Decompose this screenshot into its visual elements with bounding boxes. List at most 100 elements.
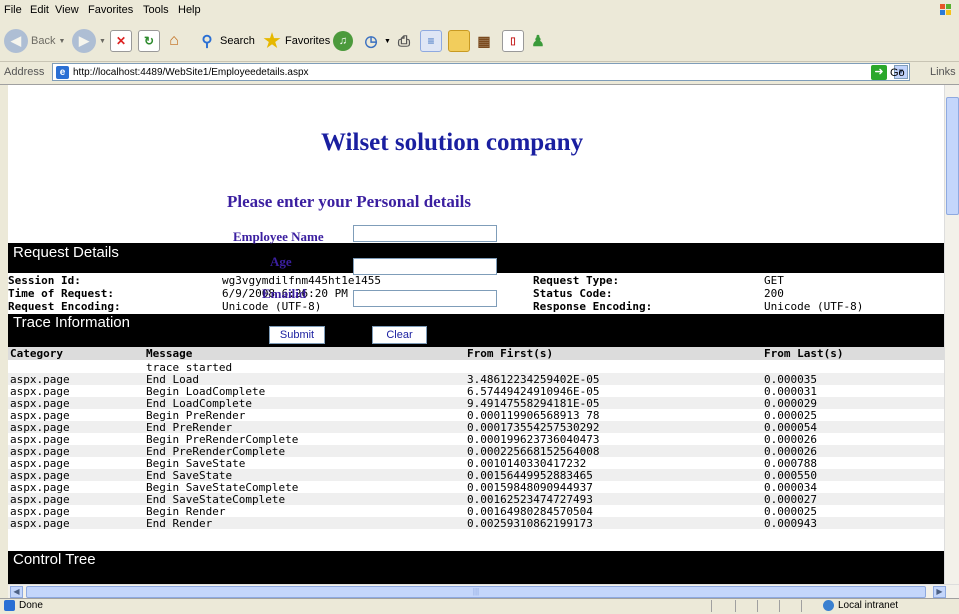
chevron-down-icon: ▼ (58, 37, 66, 45)
scroll-left-arrow-icon[interactable]: ◀ (10, 586, 23, 598)
history-button[interactable]: ◷ ▼ (361, 27, 390, 55)
refresh-button[interactable]: ↻ (138, 27, 160, 55)
ie-page-icon (4, 600, 15, 611)
submit-button[interactable]: Submit (269, 326, 325, 344)
home-icon: ⌂ (169, 32, 179, 49)
forward-button[interactable]: ▶ ▼ (72, 27, 106, 55)
session-id-label: Session Id: (8, 274, 81, 287)
stop-icon: ✕ (110, 30, 132, 52)
time-of-request-label: Time of Request: (8, 287, 114, 300)
pdf-icon: ▯ (502, 30, 524, 52)
research-button[interactable]: ▦ (474, 27, 494, 55)
go-button[interactable]: ➜ Go (871, 65, 905, 80)
column-from-last: From Last(s) (764, 347, 844, 360)
scroll-right-arrow-icon[interactable]: ▶ (933, 586, 946, 598)
column-from-first: From First(s) (467, 347, 554, 360)
search-button[interactable]: ⚲ Search (197, 27, 255, 55)
status-divider (779, 600, 780, 612)
status-divider (801, 600, 802, 612)
address-url: http://localhost:4489/WebSite1/Employeed… (73, 66, 309, 78)
pdf-button[interactable]: ▯ (502, 27, 524, 55)
trace-row: aspx.page End Load 3.48612234259402E-05 0.0… (8, 373, 944, 386)
control-tree-header: Control Tree (8, 551, 944, 584)
security-zone: Local intranet (823, 600, 898, 611)
toolbar: ◀ Back ▼ ▶ ▼ ✕ ↻ ⌂ ⚲ Search ★ Favorites … (0, 21, 959, 62)
document-icon: ≡ (420, 30, 442, 52)
trace-row: aspx.page End Render 0.00259310862199173 0.… (8, 517, 944, 530)
trace-row: aspx.page End SaveState 0.0015644995288346… (8, 469, 944, 482)
response-encoding-label: Response Encoding: (533, 300, 653, 313)
trace-row: aspx.page Begin PreRender 0.00011990656891… (8, 409, 944, 422)
home-button[interactable]: ⌂ (164, 27, 184, 55)
trace-row: aspx.page End SaveStateComplete 0.00162523… (8, 493, 944, 506)
windows-logo-icon (940, 4, 951, 15)
history-icon: ◷ (364, 33, 378, 50)
page-title: Wilset solution company (321, 129, 584, 156)
vertical-scrollbar[interactable] (944, 85, 959, 584)
row-from-first: 0.00259310862199173 (467, 517, 593, 530)
page-subtitle: Please enter your Personal details (227, 192, 471, 211)
intranet-globe-icon (823, 600, 834, 611)
trace-row: aspx.page End LoadComplete 9.4914755829418… (8, 397, 944, 410)
printer-icon: ⎙ (397, 32, 410, 50)
links-button[interactable]: Links (930, 66, 956, 78)
media-button[interactable]: ♫ (333, 27, 353, 55)
search-icon: ⚲ (201, 33, 213, 50)
status-bar: Done Local intranet (0, 598, 959, 614)
row-from-last: 0.000943 (764, 517, 817, 530)
address-input[interactable]: e http://localhost:4489/WebSite1/Employe… (52, 63, 910, 81)
folder-button[interactable] (448, 27, 470, 55)
trace-row: aspx.page Begin SaveStateComplete 0.001598… (8, 481, 944, 494)
chevron-down-icon: ▼ (99, 37, 106, 45)
menu-file[interactable]: File (4, 4, 22, 16)
trace-row: aspx.page Begin PreRenderComplete 0.000199… (8, 433, 944, 446)
messenger-button[interactable]: ♟ (528, 27, 548, 55)
menu-help[interactable]: Help (178, 4, 201, 16)
trace-row: aspx.page Begin SaveState 0.00101403304172… (8, 457, 944, 470)
media-icon: ♫ (333, 31, 353, 51)
horizontal-scroll-thumb[interactable]: ||| (26, 586, 926, 598)
address-label: Address (4, 66, 45, 78)
favorites-button[interactable]: ★ Favorites (262, 27, 330, 55)
emailid-input[interactable] (353, 290, 497, 307)
status-divider (757, 600, 758, 612)
vertical-scroll-thumb[interactable] (946, 97, 959, 215)
status-divider (735, 600, 736, 612)
age-input[interactable] (353, 258, 497, 275)
stop-button[interactable]: ✕ (110, 27, 132, 55)
messenger-icon: ♟ (531, 33, 545, 50)
employee-name-label: Employee Name (233, 229, 324, 244)
trace-row: aspx.page Begin LoadComplete 6.57449424910… (8, 385, 944, 398)
menu-favorites[interactable]: Favorites (88, 4, 133, 16)
go-arrow-icon: ➜ (871, 65, 887, 80)
clear-button[interactable]: Clear (372, 326, 427, 344)
menu-tools[interactable]: Tools (143, 4, 169, 16)
response-encoding-value: Unicode (UTF-8) (764, 300, 864, 313)
menu-bar: File Edit View Favorites Tools Help (0, 0, 959, 22)
back-arrow-icon: ◀ (4, 29, 28, 53)
status-code-label: Status Code: (533, 287, 613, 300)
print-button[interactable]: ⎙ (394, 27, 414, 55)
row-message: End Render (146, 517, 213, 530)
employee-name-input[interactable] (353, 225, 497, 242)
ie-page-icon: e (56, 65, 69, 79)
menu-edit[interactable]: Edit (30, 4, 49, 16)
status-done: Done (4, 600, 43, 611)
column-category: Category (10, 347, 63, 360)
horizontal-scrollbar[interactable]: ◀ ||| ▶ (8, 584, 959, 599)
refresh-icon: ↻ (138, 30, 160, 52)
menu-view[interactable]: View (55, 4, 79, 16)
back-button[interactable]: ◀ Back ▼ (4, 27, 65, 55)
request-encoding-label: Request Encoding: (8, 300, 121, 313)
status-divider (711, 600, 712, 612)
request-type-label: Request Type: (533, 274, 620, 287)
age-label: Age (270, 254, 292, 269)
page-content: Wilset solution company Please enter you… (8, 85, 944, 584)
address-bar: Address e http://localhost:4489/WebSite1… (0, 62, 959, 85)
trace-information-header: Trace Information (8, 314, 944, 347)
trace-row: aspx.page End PreRenderComplete 0.00022566… (8, 445, 944, 458)
folder-icon (448, 30, 470, 52)
trace-table-header: Category Message From First(s) From Last… (8, 347, 944, 360)
trace-row: aspx.page End PreRender 0.0001735542575302… (8, 421, 944, 434)
edit-button[interactable]: ≡ (420, 27, 442, 55)
